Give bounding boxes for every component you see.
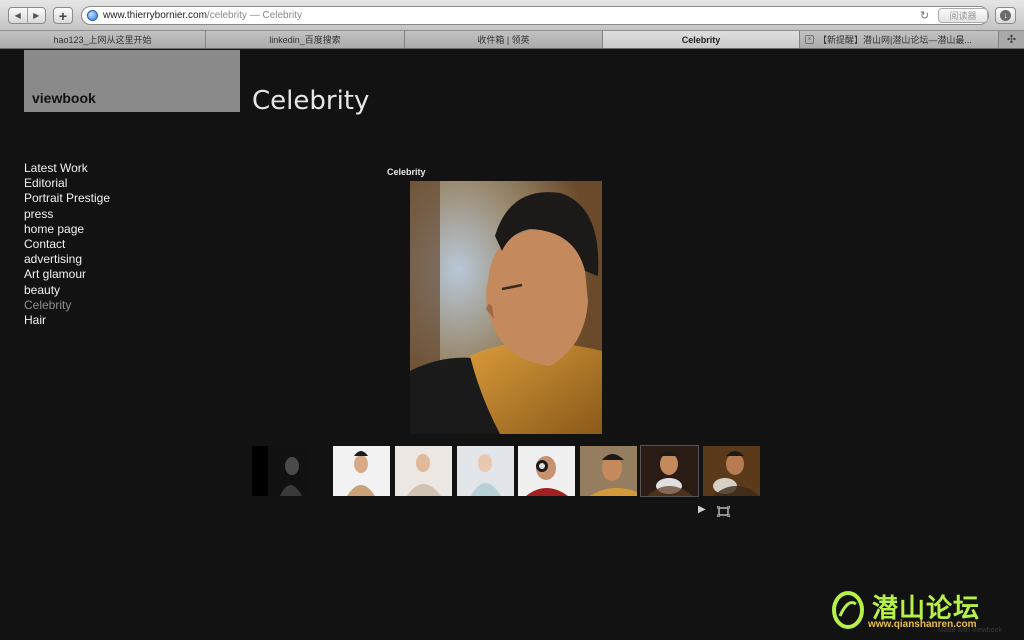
new-tab-icon[interactable]: ✣ xyxy=(999,31,1024,48)
back-forward-group: ◀ ▶ xyxy=(8,7,46,24)
tab-label: hao123_上网从这里开始 xyxy=(53,35,152,45)
thumbnail-image xyxy=(333,446,390,496)
thumbnail[interactable] xyxy=(457,446,514,496)
thumbnail-image xyxy=(395,446,452,496)
tab-hao123[interactable]: hao123_上网从这里开始 xyxy=(0,31,206,48)
nav-item-contact[interactable]: Contact xyxy=(24,237,110,252)
forum-logo-icon xyxy=(832,591,864,629)
fullscreen-icon[interactable] xyxy=(716,504,731,518)
thumbnail[interactable] xyxy=(395,446,452,496)
url-text[interactable]: www.thierrybornier.com/celebrity — Celeb… xyxy=(103,10,302,21)
watermark-url: www.qianshanren.com xyxy=(868,619,977,630)
nav-item-hair[interactable]: Hair xyxy=(24,313,110,328)
thumbnail-image xyxy=(518,446,575,496)
nav-item-advertising[interactable]: advertising xyxy=(24,252,110,267)
thumbnail[interactable] xyxy=(703,446,760,496)
main-photo[interactable] xyxy=(410,181,602,434)
forward-arrow-icon[interactable]: ▶ xyxy=(26,8,46,23)
download-button[interactable]: ↓ xyxy=(995,7,1016,24)
play-icon[interactable]: ▶ xyxy=(698,504,706,515)
url-domain: www.thierrybornier.com xyxy=(103,10,207,21)
tab-strip: hao123_上网从这里开始 linkedin_百度搜索 收件箱 | 领英 Ce… xyxy=(0,31,1024,49)
tab-label: 收件箱 | 领英 xyxy=(477,35,530,45)
thumbnail[interactable] xyxy=(518,446,575,496)
thumbnail[interactable] xyxy=(252,446,309,496)
tab-label: linkedin_百度搜索 xyxy=(269,35,341,45)
portrait-image xyxy=(410,181,602,434)
reader-button[interactable]: 阅读器 xyxy=(938,8,988,23)
nav-item-home-page[interactable]: home page xyxy=(24,222,110,237)
page-title: Celebrity xyxy=(252,86,370,116)
fullscreen-glyph xyxy=(716,505,731,518)
gallery-label: Celebrity xyxy=(387,167,426,177)
nav-item-latest-work[interactable]: Latest Work xyxy=(24,161,110,176)
thumbnail-selected[interactable] xyxy=(640,445,699,497)
tab-label: 【新提醒】潜山网|潜山论坛—潜山最... xyxy=(818,35,972,45)
nav-item-beauty[interactable]: beauty xyxy=(24,283,110,298)
download-icon: ↓ xyxy=(1000,10,1011,21)
thumbnail-image xyxy=(641,446,698,496)
site-logo[interactable]: viewbook xyxy=(24,50,240,112)
tab-celebrity[interactable]: Celebrity xyxy=(603,31,800,48)
reload-icon[interactable]: ↻ xyxy=(920,9,929,22)
url-path: /celebrity — Celebrity xyxy=(206,10,302,21)
nav-item-art-glamour[interactable]: Art glamour xyxy=(24,267,110,282)
tab-qianshan[interactable]: × 【新提醒】潜山网|潜山论坛—潜山最... xyxy=(800,31,999,48)
tab-label: Celebrity xyxy=(681,34,721,45)
nav-item-press[interactable]: press xyxy=(24,207,110,222)
forum-watermark: 潜山论坛 www.qianshanren.com xyxy=(830,588,1020,636)
thumbnail-image xyxy=(580,446,637,496)
thumbnail[interactable] xyxy=(580,446,637,496)
nav-item-editorial[interactable]: Editorial xyxy=(24,176,110,191)
thumbnail-image xyxy=(703,446,760,496)
back-arrow-icon[interactable]: ◀ xyxy=(9,8,27,23)
nav-item-portrait-prestige[interactable]: Portrait Prestige xyxy=(24,191,110,206)
nav-item-celebrity[interactable]: Celebrity xyxy=(24,298,110,313)
plus-icon[interactable]: + xyxy=(53,7,73,24)
close-tab-icon[interactable]: × xyxy=(805,35,814,44)
browser-toolbar: ◀ ▶ + www.thierrybornier.com/celebrity —… xyxy=(0,0,1024,31)
site-nav: Latest Work Editorial Portrait Prestige … xyxy=(24,161,110,328)
tab-linkedin-search[interactable]: linkedin_百度搜索 xyxy=(206,31,405,48)
thumbnail[interactable] xyxy=(333,446,390,496)
logo-text: viewbook xyxy=(32,90,96,106)
globe-icon xyxy=(87,10,98,21)
tab-inbox[interactable]: 收件箱 | 领英 xyxy=(405,31,603,48)
thumbnail-image xyxy=(252,446,309,496)
address-bar[interactable]: www.thierrybornier.com/celebrity — Celeb… xyxy=(81,6,989,25)
thumbnail-image xyxy=(457,446,514,496)
